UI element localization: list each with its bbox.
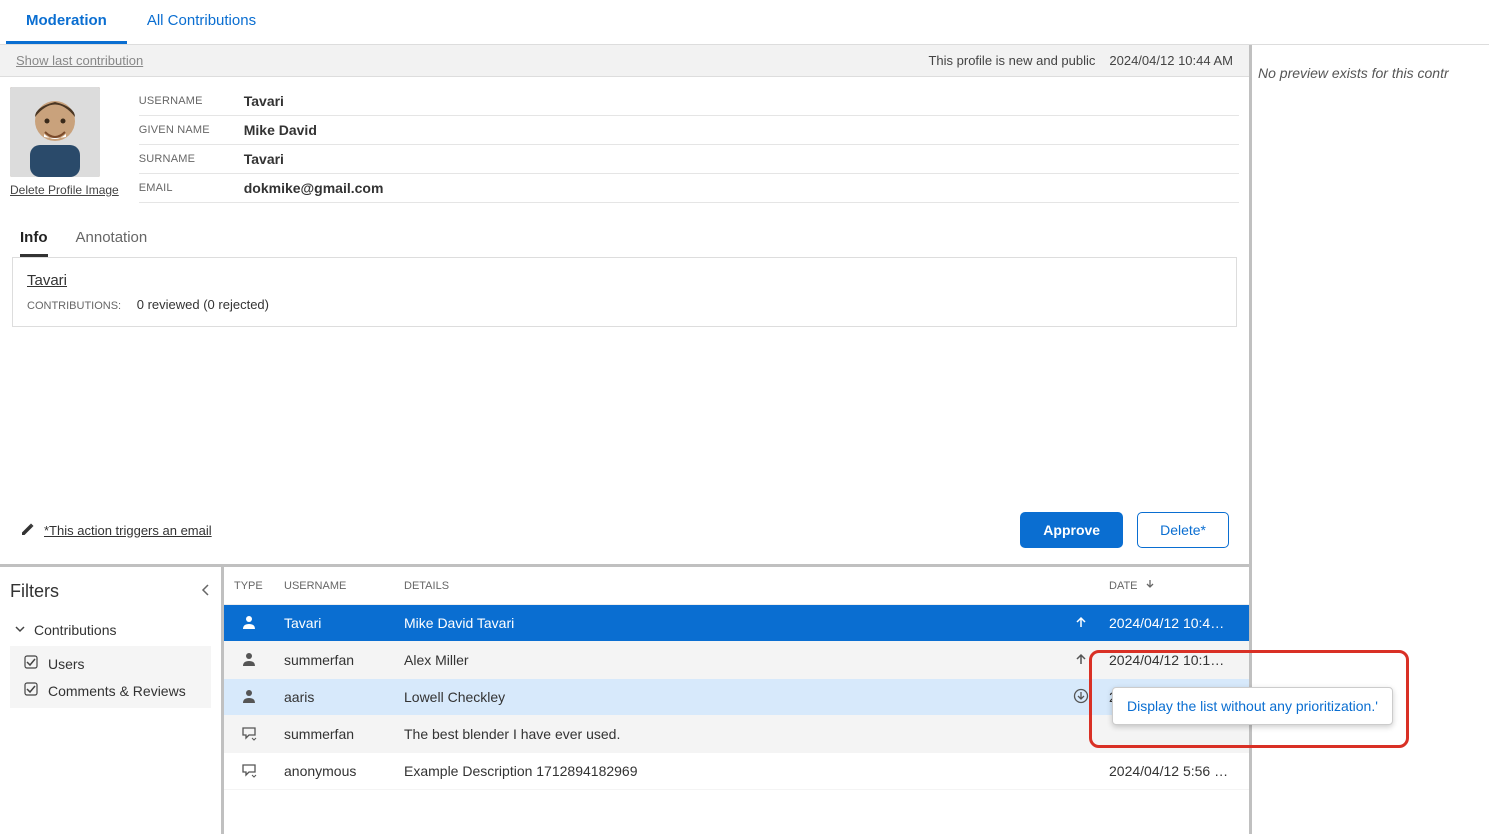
delete-button[interactable]: Delete*: [1137, 512, 1229, 548]
user-icon: [240, 650, 258, 668]
table-row[interactable]: summerfanAlex Miller 2024/04/12 10:1…: [224, 642, 1249, 679]
user-icon: [240, 687, 258, 705]
table-row[interactable]: aarisLowell Checkley2024/04/12 9:53 …: [224, 679, 1249, 716]
cell-username: Tavari: [274, 605, 394, 642]
cell-details: Example Description 1712894182969: [394, 753, 1063, 790]
contributions-table-area: TYPE USERNAME DETAILS DATE: [224, 567, 1249, 834]
cell-date: 2024/04/12 10:1…: [1099, 642, 1249, 679]
delete-profile-image-link[interactable]: Delete Profile Image: [10, 183, 119, 197]
sort-desc-icon: [1145, 580, 1155, 592]
cell-details: The best blender I have ever used.: [394, 716, 1063, 753]
approve-button[interactable]: Approve: [1020, 512, 1123, 548]
contributions-value: 0 reviewed (0 rejected): [137, 297, 269, 312]
filters-title: Filters: [10, 581, 59, 602]
filter-group-contributions[interactable]: Contributions: [0, 614, 221, 646]
cell-date: 2024/04/12 10:4…: [1099, 605, 1249, 642]
cell-details: Alex Miller: [394, 642, 1063, 679]
no-preview-text: No preview exists for this contr: [1258, 65, 1449, 81]
col-priority[interactable]: [1063, 567, 1099, 605]
profile-status-text: This profile is new and public: [928, 53, 1095, 68]
table-row[interactable]: TavariMike David Tavari 2024/04/12 10:4…: [224, 605, 1249, 642]
cell-username: anonymous: [274, 753, 394, 790]
profile-timestamp: 2024/04/12 10:44 AM: [1109, 53, 1233, 68]
checkbox-checked-icon: [24, 655, 38, 672]
filter-item-comments[interactable]: Comments & Reviews: [10, 677, 211, 704]
value-username: Tavari: [244, 93, 284, 109]
tab-moderation[interactable]: Moderation: [6, 0, 127, 44]
col-date[interactable]: DATE: [1099, 567, 1249, 605]
sub-header-bar: Show last contribution This profile is n…: [0, 45, 1249, 77]
profile-area: Delete Profile Image USERNAME Tavari GIV…: [0, 77, 1249, 213]
col-type[interactable]: TYPE: [224, 567, 274, 605]
cell-username: summerfan: [274, 716, 394, 753]
show-last-contribution-link[interactable]: Show last contribution: [16, 53, 143, 68]
left-column: Show last contribution This profile is n…: [0, 45, 1252, 834]
value-email: dokmike@gmail.com: [244, 180, 384, 196]
profile-fields: USERNAME Tavari GIVEN NAME Mike David SU…: [139, 87, 1239, 203]
checkbox-checked-icon: [24, 682, 38, 699]
table-row[interactable]: summerfanThe best blender I have ever us…: [224, 716, 1249, 753]
user-icon: [240, 613, 258, 631]
tab-all-contributions[interactable]: All Contributions: [127, 0, 276, 44]
pencil-icon: [20, 521, 36, 540]
filter-item-label: Users: [48, 656, 85, 672]
info-panel-title-link[interactable]: Tavari: [27, 272, 67, 289]
label-email: EMAIL: [139, 182, 244, 194]
priority-icon[interactable]: [1074, 653, 1088, 669]
profile-sub-tabs: Info Annotation: [0, 213, 1249, 257]
top-tabs: Moderation All Contributions: [0, 0, 1489, 45]
priority-icon[interactable]: [1073, 691, 1089, 707]
action-email-note-link[interactable]: *This action triggers an email: [44, 523, 212, 538]
tooltip-text: Display the list without any prioritizat…: [1127, 698, 1378, 714]
action-bar: *This action triggers an email Approve D…: [0, 502, 1249, 564]
cell-username: aaris: [274, 679, 394, 716]
contributions-table: TYPE USERNAME DETAILS DATE: [224, 567, 1249, 790]
filter-item-label: Comments & Reviews: [48, 683, 186, 699]
table-row[interactable]: anonymousExample Description 17128941829…: [224, 753, 1249, 790]
label-given-name: GIVEN NAME: [139, 124, 244, 136]
col-details[interactable]: DETAILS: [394, 567, 1063, 605]
tab-info[interactable]: Info: [20, 229, 48, 257]
tab-annotation[interactable]: Annotation: [76, 229, 148, 257]
label-surname: SURNAME: [139, 153, 244, 165]
comment-icon: [240, 724, 258, 742]
info-panel: Tavari CONTRIBUTIONS: 0 reviewed (0 reje…: [12, 257, 1237, 327]
value-given-name: Mike David: [244, 122, 317, 138]
filters-panel: Filters Contributions: [0, 567, 224, 834]
cell-username: summerfan: [274, 642, 394, 679]
collapse-filters-icon[interactable]: [201, 581, 211, 602]
filter-group-label: Contributions: [34, 622, 117, 638]
avatar: [10, 87, 100, 177]
value-surname: Tavari: [244, 151, 284, 167]
cell-details: Lowell Checkley: [394, 679, 1063, 716]
label-username: USERNAME: [139, 95, 244, 107]
priority-icon[interactable]: [1074, 616, 1088, 632]
chevron-down-icon: [14, 622, 26, 638]
col-username[interactable]: USERNAME: [274, 567, 394, 605]
filter-item-users[interactable]: Users: [10, 650, 211, 677]
contributions-label: CONTRIBUTIONS:: [27, 300, 121, 312]
cell-details: Mike David Tavari: [394, 605, 1063, 642]
cell-date: 2024/04/12 5:56 …: [1099, 753, 1249, 790]
prioritization-tooltip: Display the list without any prioritizat…: [1112, 687, 1393, 725]
comment-icon: [240, 761, 258, 779]
bottom-split: Filters Contributions: [0, 564, 1249, 834]
